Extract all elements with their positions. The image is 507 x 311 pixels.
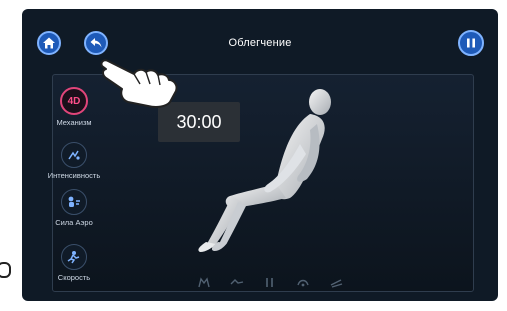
menu-label-intensity: Интенсивность <box>47 171 101 180</box>
control-screen: Облегчение 4D Механизм Интенсивность Сил… <box>22 9 498 301</box>
recline-position-1-icon[interactable] <box>197 275 211 288</box>
intensity-icon <box>61 142 87 168</box>
pause-icon <box>467 38 475 48</box>
menu-item-intensity[interactable]: Интенсивность <box>22 142 126 180</box>
menu-label-mechanism: Механизм <box>56 118 92 127</box>
recline-position-2-icon[interactable] <box>230 275 244 287</box>
recline-position-5-icon[interactable] <box>329 275 343 288</box>
menu-label-air: Сила Аэро <box>55 218 93 227</box>
menu-label-speed: Скорость <box>57 273 91 282</box>
4d-mechanism-icon: 4D <box>60 87 88 115</box>
page-title: Облегчение <box>228 37 292 49</box>
top-bar: Облегчение <box>22 9 498 61</box>
position-icons-row <box>197 275 377 291</box>
pointing-hand-icon <box>100 59 178 108</box>
pause-button[interactable] <box>458 30 484 56</box>
massage-body-figure <box>198 89 331 252</box>
recline-position-3-icon[interactable] <box>263 275 277 287</box>
menu-item-speed[interactable]: Скорость <box>22 244 126 282</box>
speed-icon <box>61 244 87 270</box>
menu-item-air[interactable]: Сила Аэро <box>22 189 126 227</box>
recline-position-4-icon[interactable] <box>296 275 310 287</box>
air-pressure-icon <box>61 189 87 215</box>
screen-edge-mark <box>0 262 11 278</box>
